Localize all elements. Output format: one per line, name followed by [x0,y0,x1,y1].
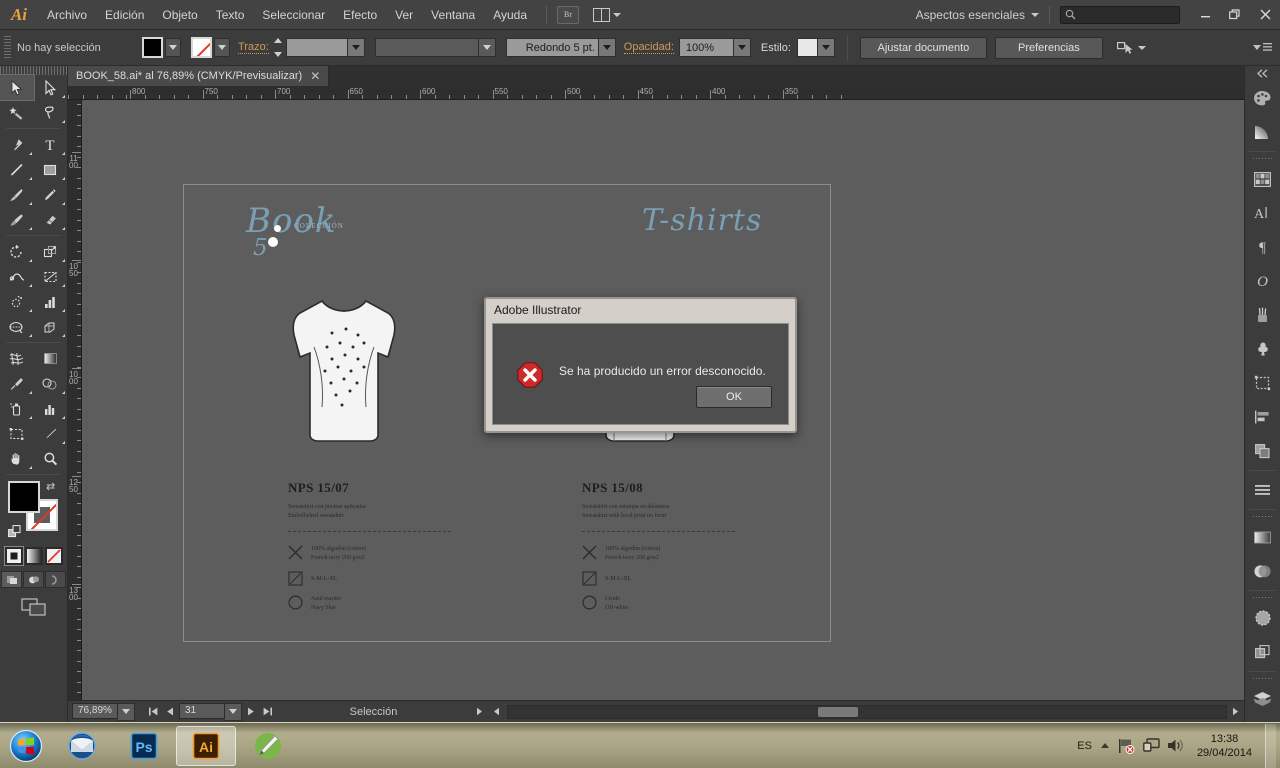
taskbar-item-thunderbird[interactable] [52,726,112,766]
dialog-title: Adobe Illustrator [494,303,582,317]
svg-text:Ai: Ai [199,739,213,755]
thunderbird-icon [68,731,96,760]
action-center-icon[interactable] [1143,738,1160,753]
ok-button[interactable]: OK [696,386,772,408]
illustrator-icon: Ai [192,732,220,759]
dialog-message: Se ha producido un error desconocido. [559,364,766,378]
taskbar-item-photoshop[interactable]: Ps [114,726,174,766]
show-desktop-button[interactable] [1265,723,1276,768]
system-tray: ES 13:38 29/04/2014 [1077,723,1280,768]
taskbar-clock[interactable]: 13:38 29/04/2014 [1191,732,1258,760]
dialog-body: Se ha producido un error desconocido. OK [492,323,789,425]
windows-start-icon [9,729,43,762]
modal-overlay: Adobe Illustrator Se ha producido un err… [0,0,1280,768]
clock-time: 13:38 [1210,732,1239,745]
network-flag-icon[interactable] [1118,738,1136,754]
error-icon [517,362,543,388]
start-button[interactable] [2,724,50,768]
illustrator-window: Ai Archivo Edición Objeto Texto Seleccio… [0,0,1280,768]
notes-pencil-icon [255,732,281,759]
taskbar-item-notes[interactable] [238,726,298,766]
language-indicator[interactable]: ES [1077,740,1092,752]
fill-color-swatch[interactable] [8,481,40,513]
taskbar-item-illustrator[interactable]: Ai [176,725,236,766]
show-hidden-icons-icon[interactable] [1099,740,1111,752]
volume-icon[interactable] [1167,738,1184,753]
error-dialog: Adobe Illustrator Se ha producido un err… [484,297,797,433]
photoshop-icon: Ps [130,732,158,759]
windows-taskbar: Ps Ai ES 13:38 29/04/2014 [0,722,1280,768]
clock-date: 29/04/2014 [1196,746,1252,759]
svg-text:Ps: Ps [135,739,152,755]
